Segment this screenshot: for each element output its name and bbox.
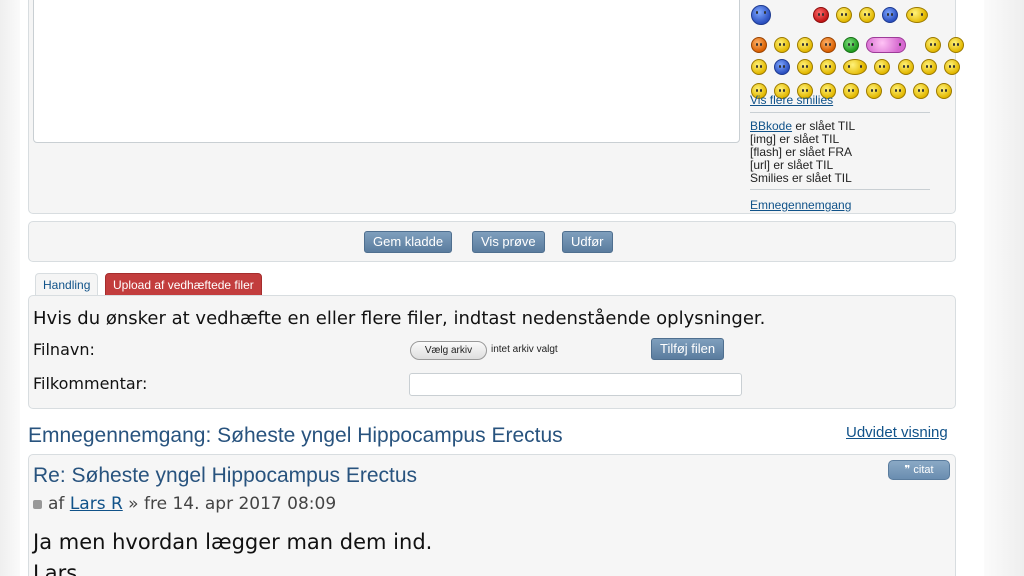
smiley-crazy-icon[interactable] bbox=[897, 58, 914, 75]
page-gutter-left bbox=[0, 0, 20, 576]
divider bbox=[750, 189, 930, 190]
smilies-status: Smilies er slået TIL bbox=[750, 171, 852, 185]
smiley-blue2-icon[interactable] bbox=[774, 58, 791, 75]
smiley-green-icon[interactable] bbox=[843, 36, 860, 53]
smiley-cry-icon[interactable] bbox=[751, 58, 767, 75]
smiley-laugh-icon[interactable] bbox=[859, 7, 876, 23]
smiley-tongue-icon[interactable] bbox=[920, 58, 937, 75]
smiley-roll-icon[interactable] bbox=[843, 82, 860, 99]
post-author-link[interactable]: Lars R bbox=[70, 494, 123, 514]
post-body-line: Lars bbox=[33, 561, 78, 576]
message-textarea[interactable] bbox=[33, 0, 740, 143]
upload-intro-text: Hvis du ønsker at vedhæfte en eller fler… bbox=[33, 308, 766, 329]
smiley-twisted-icon[interactable] bbox=[912, 82, 929, 99]
choose-file-button[interactable]: Vælg arkiv bbox=[410, 341, 487, 360]
bbcode-info: BBkode er slået TIL [img] er slået TIL [… bbox=[750, 120, 855, 185]
smiley-surprised-icon[interactable] bbox=[866, 82, 883, 99]
bbcode-status: er slået TIL bbox=[792, 119, 856, 133]
post-meta: af Lars R » fre 14. apr 2017 08:09 bbox=[33, 494, 336, 514]
save-draft-button[interactable]: Gem kladde bbox=[364, 231, 453, 253]
smiley-confused-icon[interactable] bbox=[947, 36, 964, 53]
more-smilies-link[interactable]: Vis flere smilies bbox=[750, 93, 833, 107]
preview-button[interactable]: Vis prøve bbox=[472, 231, 545, 253]
file-comment-input[interactable] bbox=[409, 373, 742, 396]
smiley-cool-icon[interactable] bbox=[843, 58, 868, 75]
add-file-button[interactable]: Tilføj filen bbox=[651, 338, 725, 360]
smiley-sleep-icon[interactable] bbox=[905, 7, 928, 23]
smiley-wink-icon[interactable] bbox=[820, 58, 837, 75]
smiley-smile-icon[interactable] bbox=[924, 36, 941, 53]
bbcode-link[interactable]: BBkode bbox=[750, 119, 792, 133]
smilies-row-3 bbox=[750, 56, 960, 78]
tab-handling[interactable]: Handling bbox=[35, 273, 99, 296]
post-by: af bbox=[48, 494, 65, 514]
topic-review-link[interactable]: Emnegennemgang bbox=[750, 198, 851, 212]
smiley-biggrin-icon[interactable] bbox=[935, 82, 952, 99]
smiley-fish-icon[interactable] bbox=[751, 5, 771, 25]
extended-view-link[interactable]: Udvidet visning bbox=[846, 424, 948, 441]
smiley-red-icon[interactable] bbox=[813, 7, 830, 23]
quote-button[interactable]: ❞ citat bbox=[888, 460, 950, 480]
smilies-box bbox=[750, 4, 964, 102]
smiley-music-icon[interactable] bbox=[797, 58, 814, 75]
smilies-row-2 bbox=[750, 34, 964, 56]
post-body: Ja men hvordan lægger man dem ind. Lars bbox=[33, 527, 432, 576]
smiley-hmm-icon[interactable] bbox=[943, 58, 960, 75]
smiley-love-icon[interactable] bbox=[866, 36, 907, 53]
smiley-sad-icon[interactable] bbox=[820, 36, 837, 53]
file-status-text: intet arkiv valgt bbox=[491, 344, 558, 355]
divider bbox=[750, 112, 930, 113]
smilies-row-1 bbox=[750, 4, 950, 26]
smiley-devil-icon[interactable] bbox=[751, 36, 767, 53]
page-gutter-right bbox=[984, 0, 1024, 576]
topic-review-heading: Emnegennemgang: Søheste yngel Hippocampu… bbox=[28, 424, 563, 447]
smiley-grin-icon[interactable] bbox=[836, 7, 853, 23]
smiley-ha-icon[interactable] bbox=[874, 58, 891, 75]
filename-label: Filnavn: bbox=[33, 340, 95, 359]
post-title[interactable]: Re: Søheste yngel Hippocampus Erectus bbox=[33, 464, 417, 488]
smiley-razz-icon[interactable] bbox=[889, 82, 906, 99]
file-comment-label: Filkommentar: bbox=[33, 374, 148, 393]
post-body-line: Ja men hvordan lægger man dem ind. bbox=[33, 530, 433, 554]
post-date: » fre 14. apr 2017 08:09 bbox=[128, 494, 337, 514]
smiley-cat-icon[interactable] bbox=[774, 36, 791, 53]
post-icon bbox=[33, 499, 42, 509]
submit-button[interactable]: Udfør bbox=[562, 231, 613, 253]
tab-upload-attachments[interactable]: Upload af vedhæftede filer bbox=[105, 273, 262, 296]
smiley-angry-icon[interactable] bbox=[797, 36, 814, 53]
smiley-blue-icon[interactable] bbox=[882, 7, 899, 23]
